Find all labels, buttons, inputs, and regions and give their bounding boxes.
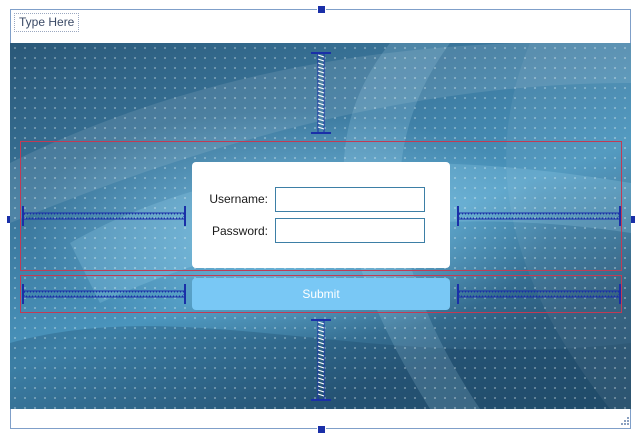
vertical-spacer-bottom[interactable]: [310, 318, 332, 402]
horizontal-spacer-fields-left[interactable]: [21, 205, 187, 227]
username-label: Username:: [209, 192, 268, 206]
resize-handle-top[interactable]: [317, 5, 326, 14]
resize-grip-icon[interactable]: [620, 416, 630, 426]
horizontal-spacer-fields-right[interactable]: [456, 205, 622, 227]
vertical-spacer-top[interactable]: [310, 51, 332, 135]
login-panel: [192, 162, 450, 268]
username-field[interactable]: [275, 187, 425, 212]
horizontal-spacer-submit-right[interactable]: [456, 283, 622, 305]
password-field[interactable]: [275, 218, 425, 243]
resize-handle-bottom[interactable]: [317, 425, 326, 434]
submit-button[interactable]: Submit: [192, 278, 450, 310]
password-label: Password:: [211, 224, 268, 238]
menu-bar-type-here[interactable]: Type Here: [14, 13, 80, 32]
horizontal-spacer-submit-left[interactable]: [21, 283, 187, 305]
